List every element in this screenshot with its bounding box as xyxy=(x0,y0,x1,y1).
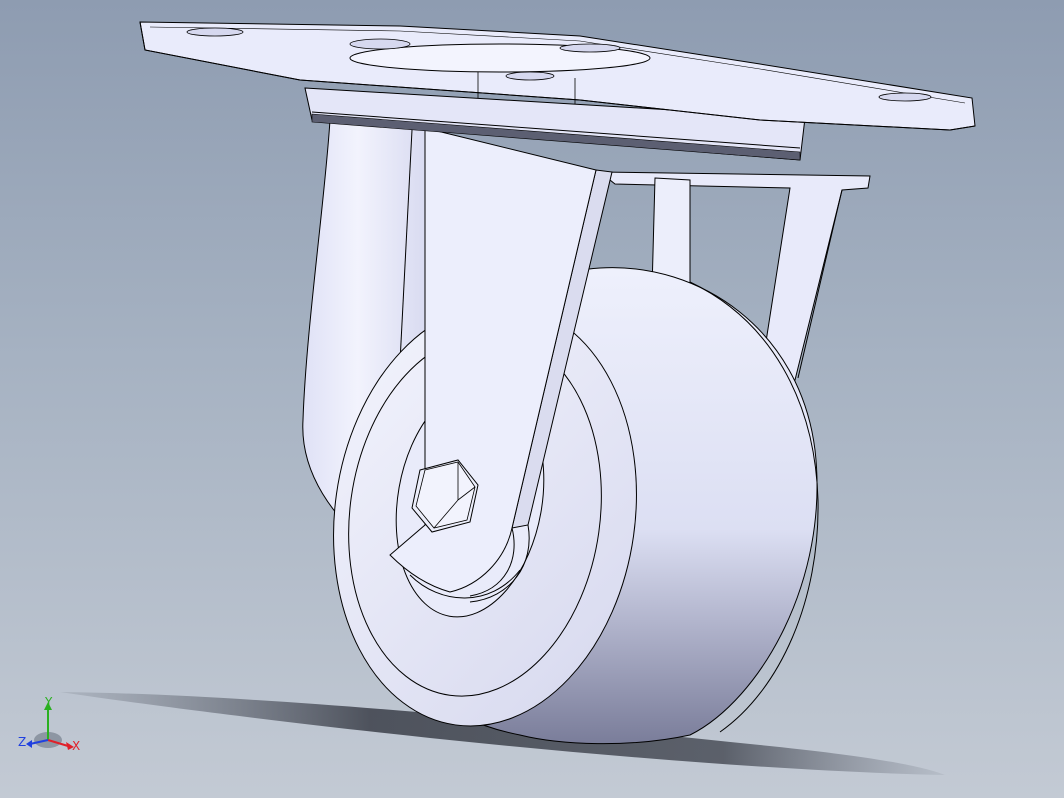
y-axis-label: Y xyxy=(44,696,53,709)
x-axis-label: X xyxy=(72,739,80,753)
z-axis-arrowhead xyxy=(26,740,32,748)
z-axis-label: Z xyxy=(18,735,26,749)
caster-wheel-model[interactable] xyxy=(0,0,1064,798)
coordinate-triad: Y X Z xyxy=(18,696,80,753)
graphics-viewport[interactable]: Y X Z xyxy=(0,0,1064,798)
